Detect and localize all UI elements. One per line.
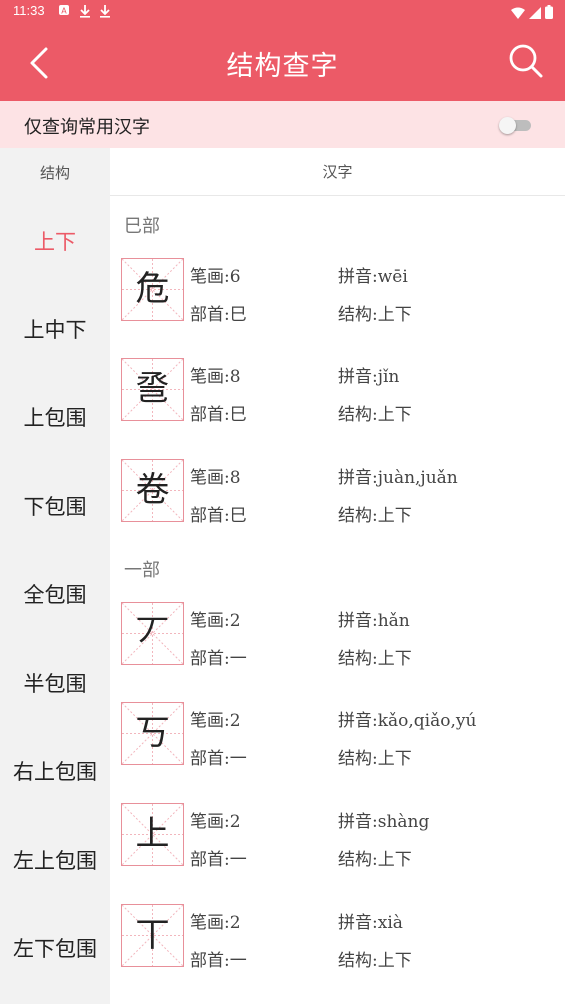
char-list: 巳部 危 笔画:6 拼音:wēi 部首:巳 结构:上下 巹 笔画:8 拼音:jǐ… (110, 196, 565, 1004)
structure: 结构:上下 (338, 405, 412, 425)
sidebar-item-shang-xia[interactable]: 上下 (0, 226, 110, 256)
status-bar: 11:33 A (0, 0, 565, 24)
char-glyph: 丆 (135, 613, 170, 653)
char-grid: 危 (121, 258, 184, 321)
sidebar-item-zuo-shang-bao-wei[interactable]: 左上包围 (0, 845, 110, 875)
radical: 部首:巳 (190, 405, 247, 425)
char-grid: 上 (121, 803, 184, 866)
svg-text:A: A (61, 7, 67, 16)
char-glyph: 丅 (135, 915, 170, 955)
chars-column-header: 汉字 (110, 148, 565, 196)
sidebar-item-shang-zhong-xia[interactable]: 上中下 (0, 314, 110, 344)
pinyin: 拼音:juàn,juǎn (338, 468, 458, 488)
battery-icon (545, 4, 553, 23)
char-card[interactable]: 丆 笔画:2 拼音:hǎn 部首:一 结构:上下 (121, 602, 561, 669)
pinyin: 拼音:kǎo,qiǎo,yú (338, 711, 477, 731)
section-title: 一部 (124, 560, 160, 581)
char-grid: 巹 (121, 358, 184, 421)
sidebar-item-quan-bao-wei[interactable]: 全包围 (0, 579, 110, 609)
char-card[interactable]: 上 笔画:2 拼音:shàng 部首:一 结构:上下 (121, 803, 561, 870)
pinyin: 拼音:shàng (338, 812, 430, 832)
structure: 结构:上下 (338, 506, 412, 526)
search-icon (509, 44, 543, 78)
wifi-icon (511, 4, 525, 23)
radical: 部首:一 (190, 749, 247, 769)
char-glyph: 上 (135, 814, 170, 854)
a-icon: A (58, 4, 70, 19)
search-button[interactable] (505, 40, 545, 80)
sidebar-item-xia-bao-wei[interactable]: 下包围 (0, 491, 110, 521)
app-bar: 结构查字 (0, 24, 565, 101)
stroke-count: 笔画:8 (190, 468, 241, 488)
stroke-count: 笔画:2 (190, 711, 241, 731)
stroke-count: 笔画:2 (190, 812, 241, 832)
structure-sidebar: 上下 上中下 上包围 下包围 全包围 半包围 右上包围 左上包围 左下包围 (0, 196, 110, 1004)
radical: 部首:一 (190, 951, 247, 971)
char-grid: 丅 (121, 904, 184, 967)
sidebar-item-you-shang-bao-wei[interactable]: 右上包围 (0, 756, 110, 786)
common-chars-filter: 仅查询常用汉字 (0, 101, 565, 148)
section-title: 巳部 (124, 216, 160, 237)
sidebar-item-ban-bao-wei[interactable]: 半包围 (0, 668, 110, 698)
pinyin: 拼音:jǐn (338, 367, 400, 387)
toggle-thumb (499, 117, 516, 134)
char-card[interactable]: 危 笔画:6 拼音:wēi 部首:巳 结构:上下 (121, 258, 561, 325)
char-card[interactable]: 丂 笔画:2 拼音:kǎo,qiǎo,yú 部首:一 结构:上下 (121, 702, 561, 769)
download-icon (79, 4, 91, 21)
char-glyph: 巹 (135, 369, 170, 409)
char-glyph: 卷 (135, 470, 170, 510)
pinyin: 拼音:wēi (338, 267, 408, 287)
structure: 结构:上下 (338, 305, 412, 325)
char-grid: 丆 (121, 602, 184, 665)
structure-column-header: 结构 (0, 148, 110, 196)
char-glyph: 危 (135, 269, 170, 309)
radical: 部首:一 (190, 850, 247, 870)
radical: 部首:巳 (190, 305, 247, 325)
char-card[interactable]: 卷 笔画:8 拼音:juàn,juǎn 部首:巳 结构:上下 (121, 459, 561, 526)
sidebar-item-zuo-xia-bao-wei[interactable]: 左下包围 (0, 933, 110, 963)
status-icons (511, 4, 553, 23)
char-glyph: 丂 (135, 713, 170, 753)
stroke-count: 笔画:6 (190, 267, 241, 287)
download-icon (99, 4, 111, 21)
pinyin: 拼音:hǎn (338, 611, 410, 631)
sidebar-item-shang-bao-wei[interactable]: 上包围 (0, 402, 110, 432)
structure: 结构:上下 (338, 850, 412, 870)
status-time: 11:33 (13, 3, 45, 18)
structure: 结构:上下 (338, 951, 412, 971)
page-title: 结构查字 (226, 51, 339, 82)
char-grid: 丂 (121, 702, 184, 765)
filter-label: 仅查询常用汉字 (24, 117, 150, 138)
structure: 结构:上下 (338, 749, 412, 769)
signal-icon (529, 4, 541, 23)
char-grid: 卷 (121, 459, 184, 522)
radical: 部首:巳 (190, 506, 247, 526)
stroke-count: 笔画:2 (190, 611, 241, 631)
pinyin: 拼音:xià (338, 913, 403, 933)
radical: 部首:一 (190, 649, 247, 669)
stroke-count: 笔画:8 (190, 367, 241, 387)
common-chars-toggle[interactable] (499, 117, 531, 134)
char-card[interactable]: 丅 笔画:2 拼音:xià 部首:一 结构:上下 (121, 904, 561, 971)
char-card[interactable]: 巹 笔画:8 拼音:jǐn 部首:巳 结构:上下 (121, 358, 561, 425)
structure: 结构:上下 (338, 649, 412, 669)
stroke-count: 笔画:2 (190, 913, 241, 933)
